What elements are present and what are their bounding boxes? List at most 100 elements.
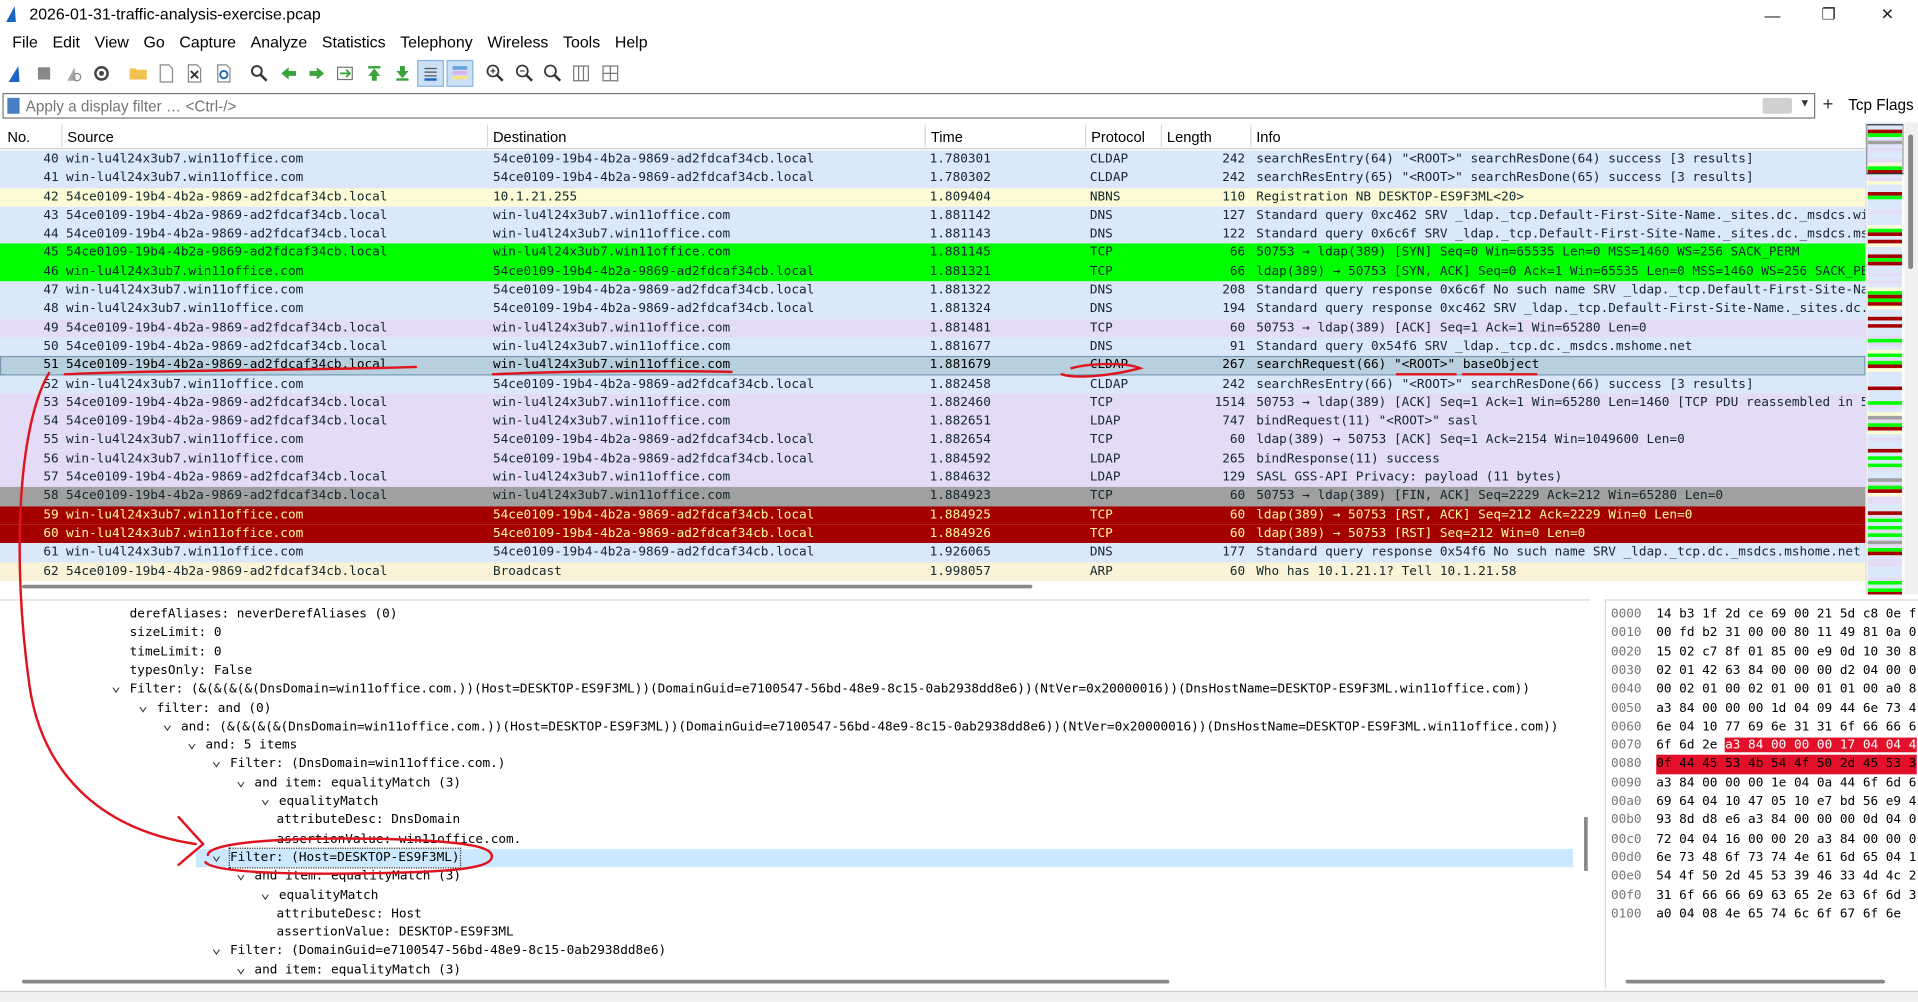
hex-row[interactable]: 00c0 72 04 04 16 00 00 20 a3 84 00 00 0 bbox=[1606, 830, 1918, 849]
packet-row[interactable]: 49 54ce0109-19b4-4b2a-9869-ad2fdcaf34cb.l… bbox=[0, 318, 1866, 338]
column-info[interactable]: Info bbox=[1256, 128, 1280, 145]
details-row[interactable]: assertionValue: win11office.com. bbox=[0, 830, 1590, 849]
menu-tools[interactable]: Tools bbox=[556, 29, 608, 56]
packet-list-horizontal-scrollbar[interactable] bbox=[22, 583, 1864, 590]
column-source[interactable]: Source bbox=[67, 128, 114, 145]
expand-chevron-icon[interactable]: ⌄ bbox=[163, 717, 173, 733]
maximize-button[interactable]: ❐ bbox=[1801, 0, 1857, 29]
menu-help[interactable]: Help bbox=[608, 29, 655, 56]
packet-row[interactable]: 51 54ce0109-19b4-4b2a-9869-ad2fdcaf34cb.l… bbox=[0, 356, 1866, 375]
expand-chevron-icon[interactable]: ⌄ bbox=[236, 866, 246, 882]
minimize-button[interactable]: — bbox=[1744, 0, 1800, 29]
hex-row[interactable]: 0080 0f 44 45 53 4b 54 4f 50 2d 45 53 3 bbox=[1606, 755, 1918, 774]
column-protocol[interactable]: Protocol bbox=[1091, 128, 1145, 145]
packet-row[interactable]: 42 54ce0109-19b4-4b2a-9869-ad2fdcaf34cb.l… bbox=[0, 187, 1866, 207]
details-row[interactable]: ⌄ and: (&(&(&(&(DnsDomain=win11office.com… bbox=[0, 717, 1590, 737]
column-destination[interactable]: Destination bbox=[493, 128, 566, 145]
hex-row[interactable]: 0000 14 b3 1f 2d ce 69 00 21 5d c8 0e f bbox=[1606, 605, 1918, 624]
menu-edit[interactable]: Edit bbox=[45, 29, 87, 56]
packet-row[interactable]: 46 win-lu4l24x3ub7.win11office.com 54ce010… bbox=[0, 262, 1866, 282]
details-row[interactable]: ⌄ and item: equalityMatch (3) bbox=[0, 960, 1590, 980]
zoom-normal-button[interactable] bbox=[539, 60, 566, 87]
expand-chevron-icon[interactable]: ⌄ bbox=[187, 735, 197, 751]
details-vertical-scrollbar[interactable] bbox=[1582, 601, 1591, 989]
open-file-button[interactable] bbox=[124, 60, 151, 87]
details-row[interactable]: ⌄ and item: equalityMatch (3) bbox=[0, 773, 1590, 793]
hex-row[interactable]: 00a0 69 64 04 10 47 05 10 e7 bd 56 e9 4 bbox=[1606, 793, 1918, 812]
resize-columns-button[interactable] bbox=[568, 60, 595, 87]
column-length[interactable]: Length bbox=[1167, 128, 1212, 145]
menu-statistics[interactable]: Statistics bbox=[315, 29, 393, 56]
apply-filter-button[interactable] bbox=[1762, 97, 1792, 114]
layout-button[interactable] bbox=[597, 60, 624, 87]
column-no[interactable]: No. bbox=[7, 128, 30, 145]
details-row[interactable]: sizeLimit: 0 bbox=[0, 624, 1590, 643]
packet-row[interactable]: 50 54ce0109-19b4-4b2a-9869-ad2fdcaf34cb.l… bbox=[0, 337, 1866, 357]
details-row-selected[interactable]: ⌄ Filter: (Host=DESKTOP-ES9F3ML) bbox=[195, 847, 1574, 869]
packet-row[interactable]: 55 win-lu4l24x3ub7.win11office.com 54ce010… bbox=[0, 431, 1866, 450]
zoom-out-button[interactable] bbox=[511, 60, 538, 87]
hex-row[interactable]: 0050 a3 84 00 00 00 1d 04 09 44 6e 73 4 bbox=[1606, 699, 1918, 718]
details-row[interactable]: attributeDesc: DnsDomain bbox=[0, 811, 1590, 830]
first-packet-button[interactable] bbox=[360, 60, 387, 87]
hex-row[interactable]: 0040 00 02 01 00 02 01 00 01 01 00 a0 8 bbox=[1606, 680, 1918, 699]
packet-minimap[interactable] bbox=[1865, 122, 1904, 595]
packet-row[interactable]: 57 54ce0109-19b4-4b2a-9869-ad2fdcaf34cb.l… bbox=[0, 468, 1866, 488]
packet-row[interactable]: 54 54ce0109-19b4-4b2a-9869-ad2fdcaf34cb.l… bbox=[0, 412, 1866, 432]
packet-list-vertical-scrollbar[interactable] bbox=[1904, 122, 1918, 595]
last-packet-button[interactable] bbox=[389, 60, 416, 87]
filter-history-dropdown-icon[interactable]: ▼ bbox=[1799, 97, 1810, 109]
packet-row[interactable]: 48 win-lu4l24x3ub7.win11office.com 54ce010… bbox=[0, 300, 1866, 319]
expand-chevron-icon[interactable]: ⌄ bbox=[138, 698, 148, 714]
save-file-button[interactable] bbox=[153, 60, 180, 87]
packet-row[interactable]: 47 win-lu4l24x3ub7.win11office.com 54ce010… bbox=[0, 281, 1866, 301]
details-row[interactable]: ⌄ equalityMatch bbox=[0, 885, 1590, 905]
details-row[interactable]: ⌄ and: 5 items bbox=[0, 735, 1590, 755]
hex-row[interactable]: 00d0 6e 73 48 6f 73 74 4e 61 6d 65 04 1 bbox=[1606, 849, 1918, 868]
colorize-button[interactable] bbox=[446, 59, 474, 87]
display-filter-input[interactable] bbox=[25, 95, 1739, 117]
packet-row[interactable]: 53 54ce0109-19b4-4b2a-9869-ad2fdcaf34cb.l… bbox=[0, 393, 1866, 413]
hex-row[interactable]: 0060 6e 04 10 77 69 6e 31 31 6f 66 66 6 bbox=[1606, 718, 1918, 737]
go-back-button[interactable] bbox=[275, 60, 302, 87]
close-button[interactable]: ✕ bbox=[1859, 0, 1915, 29]
stop-capture-button[interactable] bbox=[31, 60, 58, 87]
column-time[interactable]: Time bbox=[931, 128, 963, 145]
details-row[interactable]: ⌄ and item: equalityMatch (3) bbox=[0, 866, 1590, 886]
packet-row[interactable]: 45 54ce0109-19b4-4b2a-9869-ad2fdcaf34cb.l… bbox=[0, 244, 1866, 263]
capture-options-button[interactable] bbox=[88, 60, 115, 87]
expand-chevron-icon[interactable]: ⌄ bbox=[212, 941, 222, 957]
go-forward-button[interactable] bbox=[303, 60, 330, 87]
details-row[interactable]: ⌄ filter: and (0) bbox=[0, 698, 1590, 718]
details-row[interactable]: timeLimit: 0 bbox=[0, 643, 1590, 662]
hex-row[interactable]: 0100 a0 04 08 4e 65 74 6c 6f 67 6f 6e bbox=[1606, 905, 1918, 924]
expand-chevron-icon[interactable]: ⌄ bbox=[212, 848, 222, 864]
reload-file-button[interactable] bbox=[210, 60, 237, 87]
packet-row[interactable]: 41 win-lu4l24x3ub7.win11office.com 54ce010… bbox=[0, 169, 1866, 188]
expand-chevron-icon[interactable]: ⌄ bbox=[236, 960, 246, 976]
details-row[interactable]: attributeDesc: Host bbox=[0, 905, 1590, 924]
details-row[interactable]: ⌄ equalityMatch bbox=[0, 791, 1590, 812]
expand-chevron-icon[interactable]: ⌄ bbox=[212, 754, 222, 770]
hex-row[interactable]: 0090 a3 84 00 00 00 1e 04 0a 44 6f 6d 6 bbox=[1606, 774, 1918, 793]
packet-row[interactable]: 52 win-lu4l24x3ub7.win11office.com 54ce010… bbox=[0, 374, 1866, 394]
details-row[interactable]: typesOnly: False bbox=[0, 662, 1590, 681]
details-row[interactable]: assertionValue: DESKTOP-ES9F3ML bbox=[0, 924, 1590, 943]
expand-chevron-icon[interactable]: ⌄ bbox=[111, 679, 121, 695]
packet-row[interactable]: 59 win-lu4l24x3ub7.win11office.com 54ce010… bbox=[0, 505, 1866, 525]
packet-row[interactable]: 60 win-lu4l24x3ub7.win11office.com 54ce010… bbox=[0, 524, 1866, 544]
hex-row[interactable]: 00f0 31 6f 66 66 69 63 65 2e 63 6f 6d 3 bbox=[1606, 886, 1918, 905]
menu-view[interactable]: View bbox=[87, 29, 136, 56]
hex-row[interactable]: 00b0 93 8d d8 e6 a3 84 00 00 00 0d 04 0 bbox=[1606, 811, 1918, 830]
tcp-flags-button[interactable]: Tcp Flags bbox=[1848, 97, 1913, 114]
packet-row[interactable]: 61 win-lu4l24x3ub7.win11office.com 54ce010… bbox=[0, 543, 1866, 563]
menu-file[interactable]: File bbox=[5, 29, 45, 56]
hex-row[interactable]: 0020 15 02 c7 8f 01 85 00 e9 0d 10 30 8 bbox=[1606, 643, 1918, 662]
restart-capture-button[interactable] bbox=[60, 60, 87, 87]
packet-row[interactable]: 58 54ce0109-19b4-4b2a-9869-ad2fdcaf34cb.l… bbox=[0, 487, 1866, 506]
packet-row[interactable]: 44 54ce0109-19b4-4b2a-9869-ad2fdcaf34cb.l… bbox=[0, 225, 1866, 245]
hex-row[interactable]: 0070 6f 6d 2e a3 84 00 00 00 17 04 04 4 bbox=[1606, 736, 1918, 755]
details-row[interactable]: derefAliases: neverDerefAliases (0) bbox=[0, 605, 1590, 624]
bookmark-icon[interactable] bbox=[7, 97, 20, 114]
hex-row[interactable]: 0030 02 01 42 63 84 00 00 00 d2 04 00 0 bbox=[1606, 662, 1918, 681]
